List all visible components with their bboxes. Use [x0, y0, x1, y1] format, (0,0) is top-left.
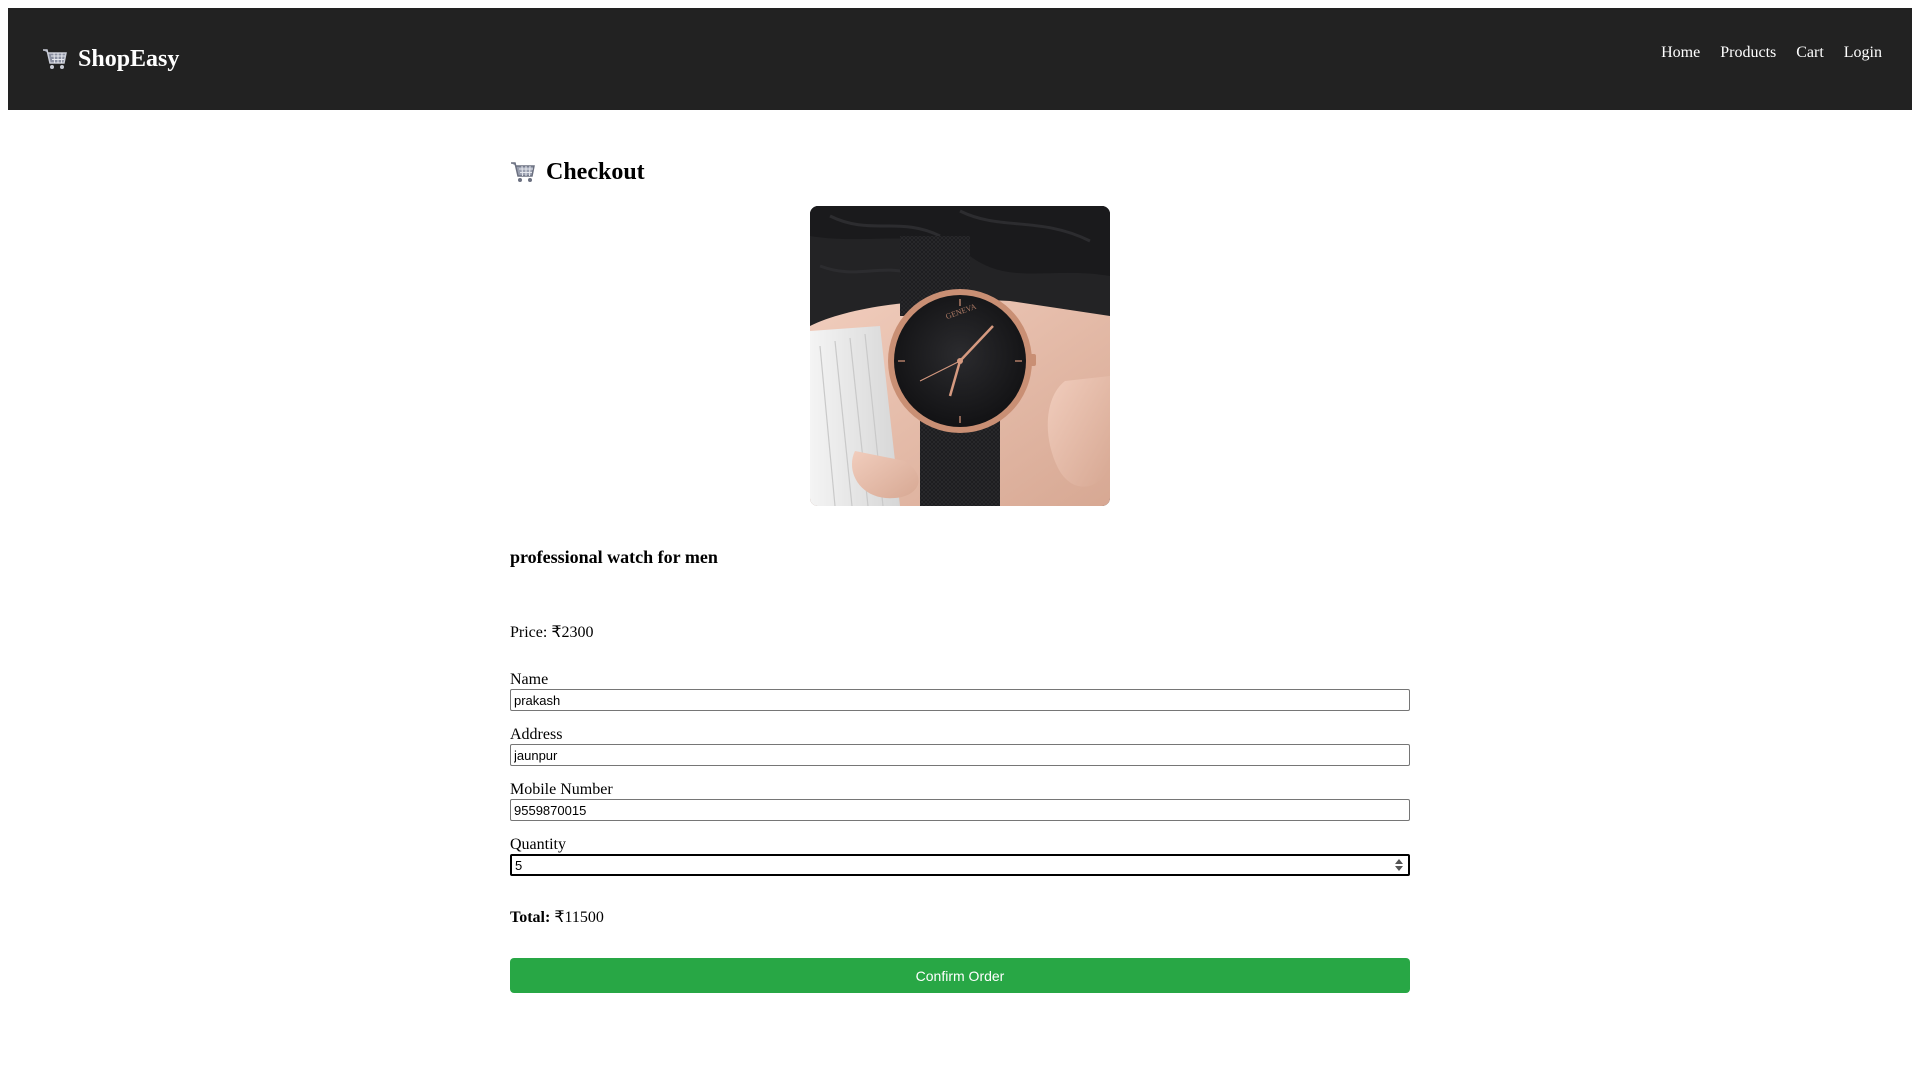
page-title-text: Checkout: [546, 158, 645, 185]
shopping-cart-icon: [511, 162, 535, 182]
quantity-label: Quantity: [510, 836, 566, 853]
page-title: Checkout: [510, 150, 1410, 194]
navbar: ShopEasy Home Products Cart Login: [8, 8, 1912, 110]
brand[interactable]: ShopEasy: [42, 8, 179, 110]
wristwatch-photo: GENEVA: [810, 206, 1110, 506]
name-field: Name: [510, 671, 1410, 711]
quantity-input[interactable]: [510, 854, 1410, 876]
nav-link-home[interactable]: Home: [1661, 44, 1700, 62]
nav-link-cart[interactable]: Cart: [1796, 44, 1824, 62]
address-field: Address: [510, 726, 1410, 766]
price-value: ₹2300: [551, 624, 594, 641]
nav-links: Home Products Cart Login: [1661, 2, 1882, 104]
order-total: Total: ₹11500: [510, 907, 604, 927]
quantity-stepper-icon[interactable]: [1394, 857, 1404, 873]
mobile-input[interactable]: [510, 799, 1410, 821]
page: ShopEasy Home Products Cart Login Checko…: [0, 0, 1919, 1079]
checkout-container: Checkout GENEVA professional watch for m…: [510, 150, 1410, 993]
price-label: Price:: [510, 624, 548, 641]
address-input[interactable]: [510, 744, 1410, 766]
nav-link-products[interactable]: Products: [1720, 44, 1776, 62]
confirm-order-button[interactable]: Confirm Order: [510, 958, 1410, 993]
total-label: Total:: [510, 909, 551, 926]
quantity-field: Quantity: [510, 836, 1410, 876]
price: Price: ₹2300: [510, 622, 594, 642]
quantity-wrapper: [510, 854, 1410, 876]
nav-link-login[interactable]: Login: [1844, 44, 1882, 62]
address-label: Address: [510, 726, 563, 743]
total-value: ₹11500: [554, 909, 604, 926]
product-image: GENEVA: [810, 206, 1110, 506]
product-name: professional watch for men: [510, 547, 718, 567]
brand-name: ShopEasy: [78, 45, 180, 72]
shopping-cart-icon: [43, 49, 67, 69]
mobile-label: Mobile Number: [510, 781, 613, 798]
name-label: Name: [510, 671, 549, 688]
mobile-field: Mobile Number: [510, 781, 1410, 821]
name-input[interactable]: [510, 689, 1410, 711]
